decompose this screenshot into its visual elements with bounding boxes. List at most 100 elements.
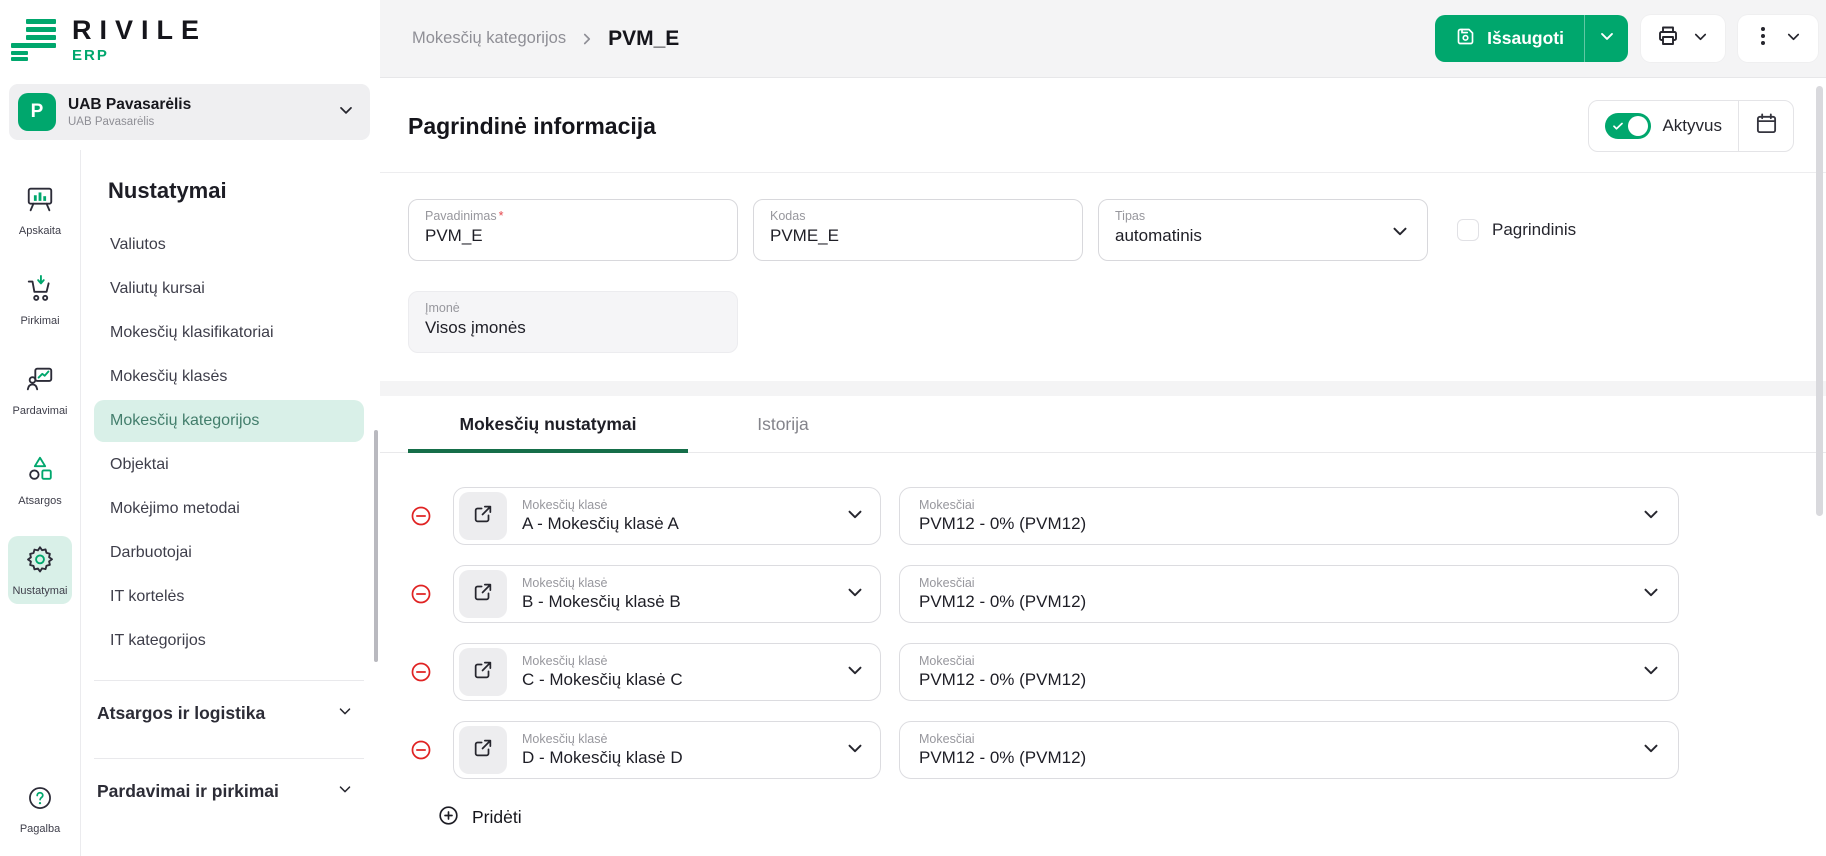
main-pane: Mokesčių kategorijos PVM_E Išsaugoti Pag… xyxy=(380,0,1826,856)
open-record-button[interactable] xyxy=(459,492,507,540)
sidebar-item-mokesciu-kategorijos[interactable]: Mokesčių kategorijos xyxy=(94,400,364,442)
tax-row: Mokesčių klasė A - Mokesčių klasė A Moke… xyxy=(410,487,1826,545)
chevron-down-icon xyxy=(844,581,866,608)
sidebar-item-darbuotojai[interactable]: Darbuotojai xyxy=(94,532,364,574)
tax-select[interactable]: Mokesčiai PVM12 - 0% (PVM12) xyxy=(899,487,1679,545)
select-label: Mokesčiai xyxy=(919,732,975,746)
sidebar-item-valiutos[interactable]: Valiutos xyxy=(94,224,364,266)
tab-istorija[interactable]: Istorija xyxy=(688,396,878,452)
rail-item-pagalba[interactable]: Pagalba xyxy=(8,776,72,842)
sidebar-item-valiutu-kursai[interactable]: Valiutų kursai xyxy=(94,268,364,310)
tax-class-select[interactable]: Mokesčių klasė B - Mokesčių klasė B xyxy=(453,565,881,623)
remove-row-button[interactable] xyxy=(410,661,432,683)
sales-chart-icon xyxy=(25,364,55,399)
sidebar-divider xyxy=(94,680,364,681)
sidebar-item-mokejimo-metodai[interactable]: Mokėjimo metodai xyxy=(94,488,364,530)
rail-item-label: Apskaita xyxy=(18,225,62,237)
sidebar-title: Nustatymai xyxy=(108,178,227,203)
page-scrollbar[interactable] xyxy=(1816,86,1823,516)
gear-icon xyxy=(25,544,55,579)
select-label: Mokesčiai xyxy=(919,576,975,590)
remove-row-button[interactable] xyxy=(410,583,432,605)
rail-item-label: Atsargos xyxy=(18,495,62,507)
remove-row-button[interactable] xyxy=(410,739,432,761)
remove-row-button[interactable] xyxy=(410,505,432,527)
imone-field: Įmonė Visos įmonės xyxy=(408,291,738,353)
rail-item-label: Pirkimai xyxy=(20,315,60,327)
rail-item-label: Nustatymai xyxy=(12,585,68,597)
breadcrumb-parent[interactable]: Mokesčių kategorijos xyxy=(412,29,566,48)
field-label: Tipas xyxy=(1115,209,1146,223)
field-label: Kodas xyxy=(770,209,806,223)
tax-row: Mokesčių klasė B - Mokesčių klasė B Moke… xyxy=(410,565,1826,623)
select-label: Mokesčiai xyxy=(919,498,975,512)
sidebar-item-objektai[interactable]: Objektai xyxy=(94,444,364,486)
chevron-down-icon xyxy=(844,737,866,764)
select-value: PVM12 - 0% (PVM12) xyxy=(919,748,1087,767)
rail-item-pirkimai[interactable]: Pirkimai xyxy=(8,266,72,334)
sidebar-item-it-korteles[interactable]: IT kortelės xyxy=(94,576,364,618)
open-record-button[interactable] xyxy=(459,570,507,618)
rail-item-apskaita[interactable]: Apskaita xyxy=(8,176,72,244)
tax-select[interactable]: Mokesčiai PVM12 - 0% (PVM12) xyxy=(899,565,1679,623)
select-label: Mokesčių klasė xyxy=(522,732,608,746)
tax-class-select[interactable]: Mokesčių klasė D - Mokesčių klasė D xyxy=(453,721,881,779)
rail-item-pardavimai[interactable]: Pardavimai xyxy=(8,356,72,424)
help-icon xyxy=(26,784,54,817)
app-window: RIVILE ERP P UAB Pavasarėlis UAB Pavasar… xyxy=(0,0,1826,856)
chevron-down-icon xyxy=(336,100,356,125)
rail-item-nustatymai[interactable]: Nustatymai xyxy=(8,536,72,604)
add-row-button[interactable]: Pridėti xyxy=(438,805,522,829)
brand-name: RIVILE xyxy=(72,15,208,45)
tax-row: Mokesčių klasė D - Mokesčių klasė D Moke… xyxy=(410,721,1826,779)
kodas-field[interactable]: Kodas PVME_E xyxy=(753,199,1083,261)
breadcrumb-separator-icon xyxy=(578,30,596,48)
tipas-select[interactable]: Tipas automatinis xyxy=(1098,199,1428,261)
select-value: PVM12 - 0% (PVM12) xyxy=(919,592,1087,611)
active-toggle-group[interactable]: Aktyvus xyxy=(1589,113,1738,139)
company-selector[interactable]: P UAB Pavasarėlis UAB Pavasarėlis xyxy=(9,84,370,140)
save-options-button[interactable] xyxy=(1584,15,1628,62)
pavadinimas-field[interactable]: Pavadinimas * PVM_E xyxy=(408,199,738,261)
tax-class-select[interactable]: Mokesčių klasė C - Mokesčių klasė C xyxy=(453,643,881,701)
printer-icon xyxy=(1656,24,1680,53)
active-toggle[interactable] xyxy=(1605,113,1652,139)
sidebar-item-mokesciu-klasifikatoriai[interactable]: Mokesčių klasifikatoriai xyxy=(94,312,364,354)
chevron-down-icon xyxy=(1389,220,1411,247)
breadcrumb-current: PVM_E xyxy=(608,26,680,50)
more-actions-button[interactable] xyxy=(1738,15,1818,62)
add-row-label: Pridėti xyxy=(472,806,522,827)
content-area: Pagrindinė informacija Aktyvus Pavadinim… xyxy=(380,78,1826,856)
sidebar-group-pardavimai-ir-pirkimai[interactable]: Pardavimai ir pirkimai xyxy=(94,765,364,818)
sidebar-item-it-kategorijos[interactable]: IT kategorijos xyxy=(94,620,364,662)
rail-item-label: Pardavimai xyxy=(12,405,68,417)
save-button[interactable]: Išsaugoti xyxy=(1435,15,1584,62)
rail-item-atsargos[interactable]: Atsargos xyxy=(8,446,72,514)
select-label: Mokesčių klasė xyxy=(522,576,608,590)
sidebar-scrollbar[interactable] xyxy=(374,430,378,662)
imone-value: Visos įmonės xyxy=(425,318,526,337)
pagrindinis-checkbox-group[interactable]: Pagrindinis xyxy=(1443,199,1576,261)
rail-item-label: Pagalba xyxy=(19,823,61,835)
brand-product: ERP xyxy=(72,46,109,64)
check-icon xyxy=(1612,119,1624,137)
select-label: Mokesčių klasė xyxy=(522,498,608,512)
sidebar-group-label: Atsargos ir logistika xyxy=(97,703,266,723)
tax-select[interactable]: Mokesčiai PVM12 - 0% (PVM12) xyxy=(899,721,1679,779)
open-record-button[interactable] xyxy=(459,726,507,774)
tab-mokesciu-nustatymai[interactable]: Mokesčių nustatymai xyxy=(408,396,688,453)
topbar: Mokesčių kategorijos PVM_E Išsaugoti xyxy=(380,0,1826,78)
chevron-down-icon xyxy=(1640,659,1662,686)
save-button-label: Išsaugoti xyxy=(1487,28,1564,48)
sidebar-item-mokesciu-klases[interactable]: Mokesčių klasės xyxy=(94,356,364,398)
tax-class-select[interactable]: Mokesčių klasė A - Mokesčių klasė A xyxy=(453,487,881,545)
external-link-icon xyxy=(472,659,494,686)
calendar-button[interactable] xyxy=(1739,112,1793,140)
external-link-icon xyxy=(472,503,494,530)
pagrindinis-checkbox[interactable] xyxy=(1457,219,1479,241)
open-record-button[interactable] xyxy=(459,648,507,696)
tax-select[interactable]: Mokesčiai PVM12 - 0% (PVM12) xyxy=(899,643,1679,701)
print-button[interactable] xyxy=(1641,15,1725,62)
sidebar-group-atsargos-ir-logistika[interactable]: Atsargos ir logistika xyxy=(94,687,364,740)
page-title: Pagrindinė informacija xyxy=(408,112,656,139)
